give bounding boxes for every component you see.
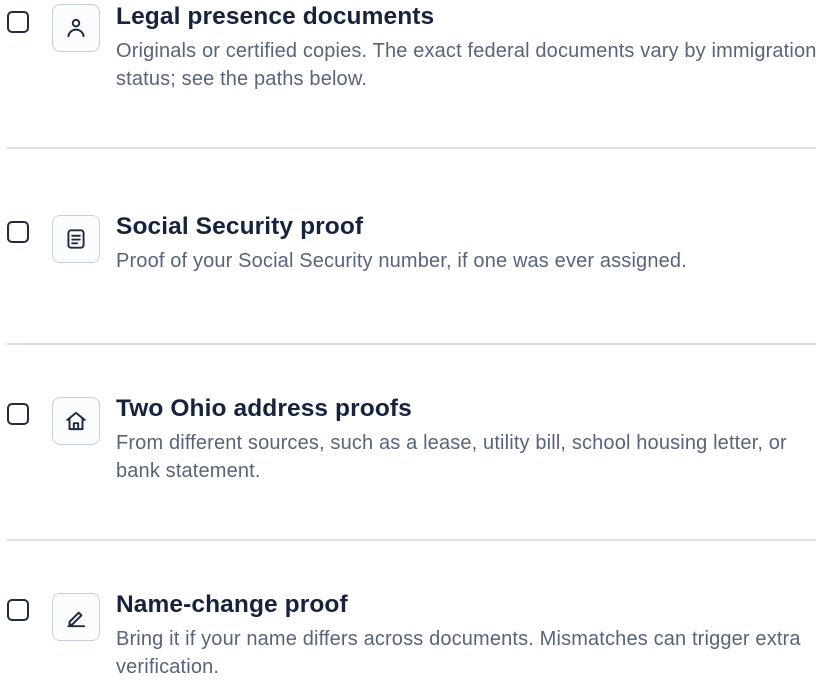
checkbox-social-security[interactable]	[7, 221, 29, 243]
person-icon	[52, 4, 100, 52]
item-title: Two Ohio address proofs	[116, 395, 412, 422]
checkbox-address-proofs[interactable]	[7, 403, 29, 425]
home-icon	[52, 397, 100, 445]
pen-icon	[52, 593, 100, 641]
divider	[7, 539, 816, 541]
item-description: From different sources, such as a lease,…	[116, 432, 787, 482]
item-description: Originals or certified copies. The exact…	[116, 40, 816, 90]
checkbox-name-change[interactable]	[7, 599, 29, 621]
item-title: Social Security proof	[116, 213, 364, 240]
divider	[7, 147, 816, 149]
document-icon	[52, 215, 100, 263]
item-description: Bring it if your name differs across doc…	[116, 628, 801, 678]
item-description: Proof of your Social Security number, if…	[116, 250, 687, 272]
item-title: Name-change proof	[116, 591, 348, 618]
divider	[7, 343, 816, 345]
checkbox-legal-presence[interactable]	[7, 11, 29, 33]
item-title: Legal presence documents	[116, 3, 435, 30]
